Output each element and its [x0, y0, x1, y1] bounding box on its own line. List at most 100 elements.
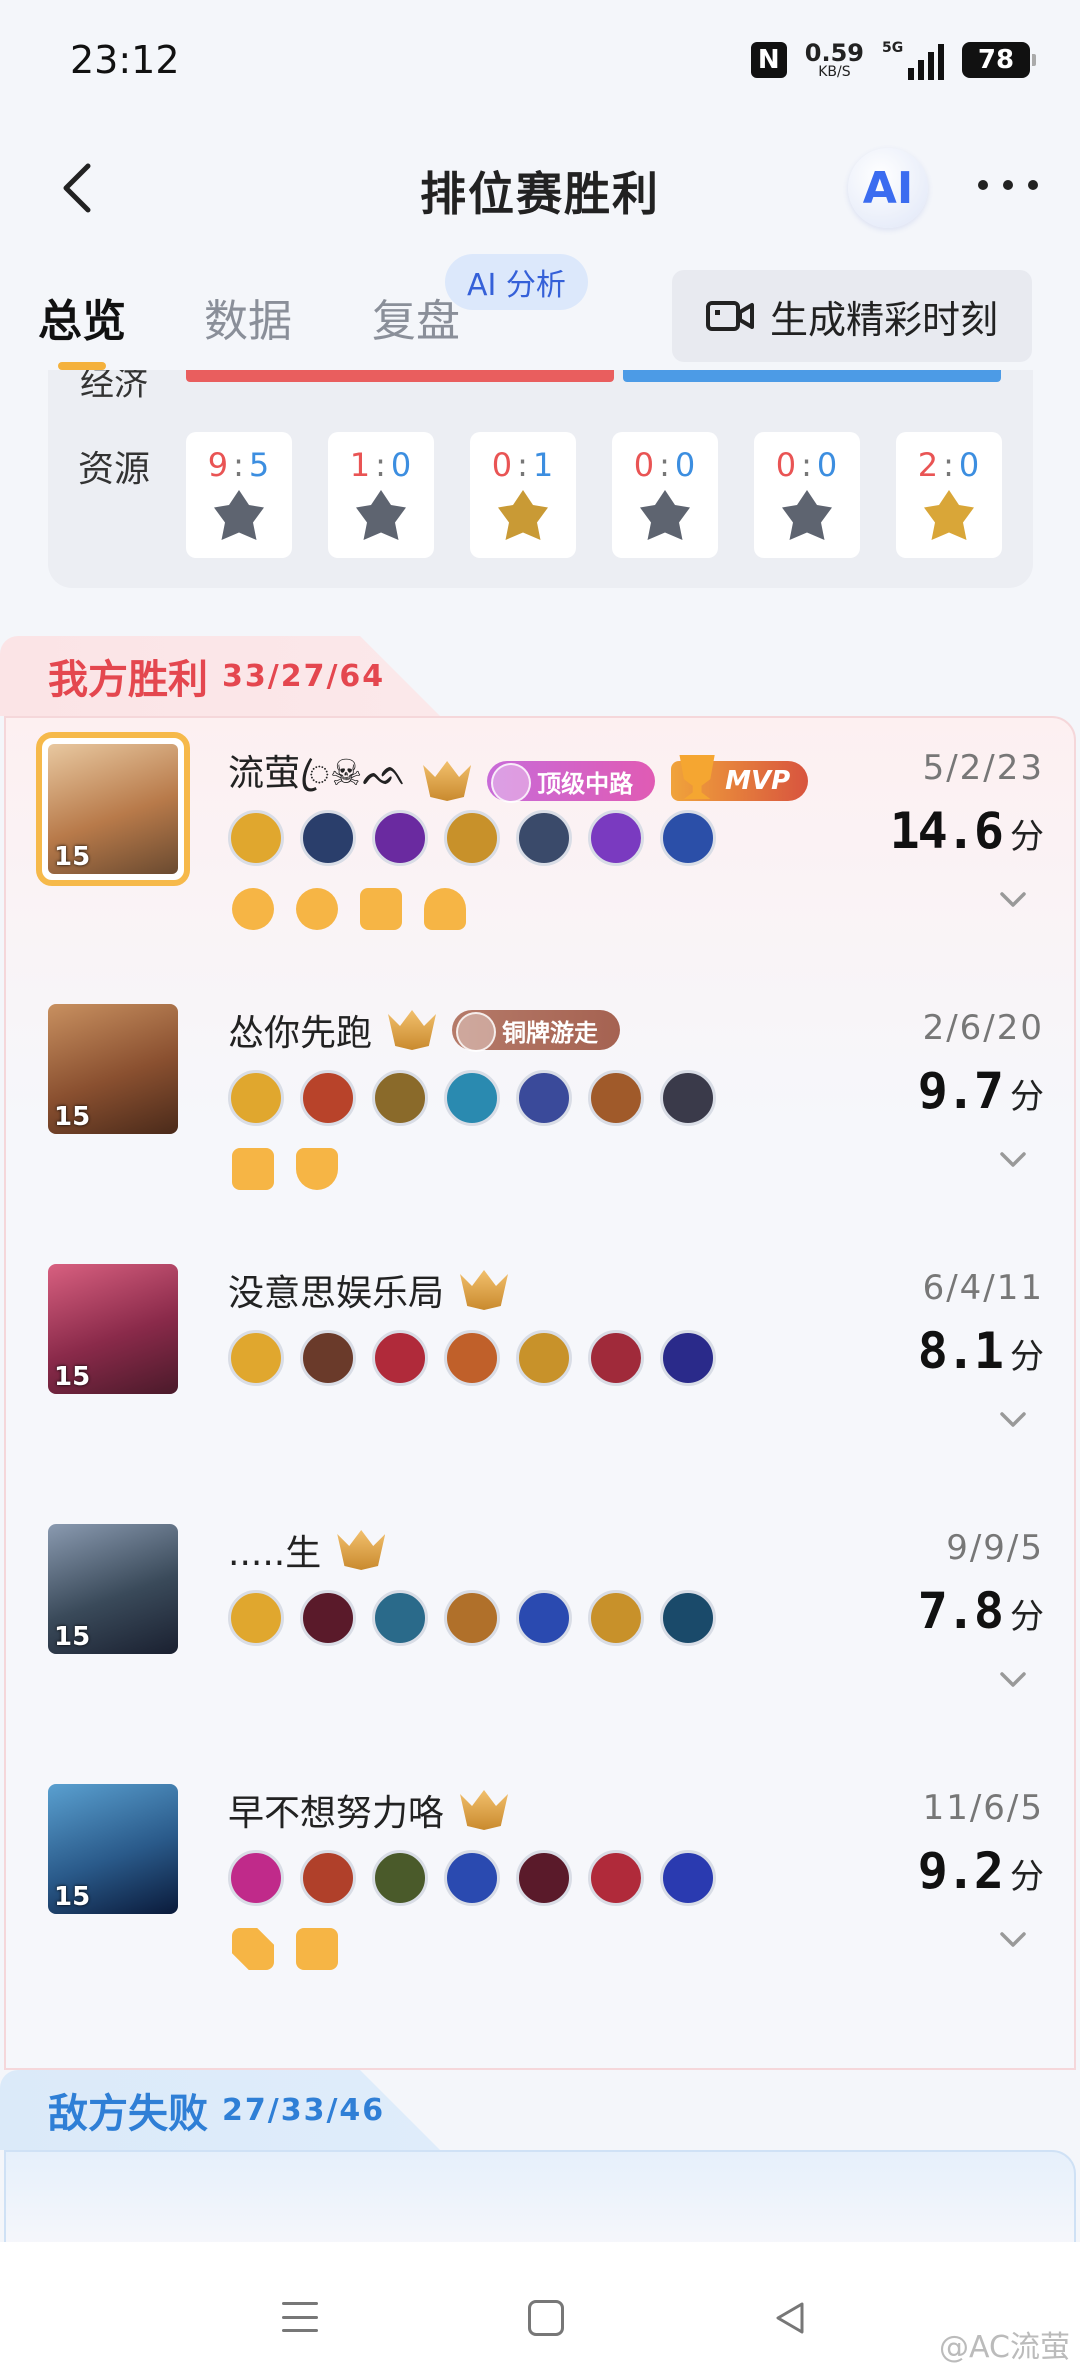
- position-badge: 顶级中路: [487, 761, 656, 803]
- player-score: 8.1 分: [918, 1322, 1044, 1380]
- generate-highlights-label: 生成精彩时刻: [769, 297, 998, 342]
- chevron-down-icon[interactable]: [998, 1664, 1028, 1694]
- achievement-icons: [232, 1148, 338, 1190]
- hero-level: 15: [54, 1882, 91, 1912]
- resource-card-shadow-lord: 1:0: [328, 432, 434, 558]
- item-icon: [300, 1590, 356, 1646]
- equipment-row: [228, 1070, 716, 1126]
- network-type: 5G: [882, 40, 904, 56]
- generate-highlights-button[interactable]: 生成精彩时刻: [672, 270, 1032, 362]
- player-name: 流萤ꦿ☠︎︎ᨒ: [228, 753, 408, 794]
- score-unit: 分: [1010, 817, 1044, 857]
- signal-icon: 5G: [882, 40, 944, 80]
- video-camera-icon: [705, 301, 754, 331]
- menu-icon[interactable]: [282, 2302, 318, 2332]
- player-name: .....生: [228, 1533, 322, 1574]
- item-icon: [228, 1850, 284, 1906]
- score-value: 7.8: [917, 1582, 1004, 1640]
- tab-review[interactable]: 复盘: [372, 285, 460, 349]
- ai-analysis-badge[interactable]: AI 分析: [445, 254, 588, 310]
- enemy-team-kda: 27/33/46: [222, 2092, 386, 2128]
- ally-team-title: 我方胜利: [48, 657, 208, 703]
- battery-icon: 78: [962, 42, 1036, 78]
- overlord-icon: [640, 490, 690, 540]
- chevron-down-icon[interactable]: [998, 884, 1028, 914]
- enemy-team-title: 敌方失败: [48, 2091, 208, 2137]
- player-kda: 5/2/23: [922, 748, 1044, 788]
- score-unit: 分: [1010, 1597, 1044, 1637]
- equipment-row: [228, 810, 716, 866]
- item-icon: [660, 1850, 716, 1906]
- item-icon: [372, 1590, 428, 1646]
- item-icon: [516, 1330, 572, 1386]
- hero-avatar[interactable]: 15: [48, 1264, 178, 1394]
- home-icon[interactable]: [528, 2300, 564, 2336]
- item-icon: [588, 810, 644, 866]
- helmet-icon: [424, 888, 466, 930]
- player-score: 14.6 分: [890, 802, 1044, 860]
- item-icon: [660, 1590, 716, 1646]
- player-score: 9.2 分: [918, 1842, 1044, 1900]
- item-icon: [588, 1590, 644, 1646]
- item-icon: [516, 1590, 572, 1646]
- enemy-economy-bar: [623, 370, 1001, 382]
- red-buff-icon: [782, 490, 832, 540]
- chevron-down-icon[interactable]: [998, 1144, 1028, 1174]
- player-kda: 9/9/5: [946, 1528, 1044, 1568]
- score-value: 9.2: [917, 1842, 1004, 1900]
- score-unit: 分: [1010, 1077, 1044, 1117]
- more-options-icon[interactable]: [978, 170, 1038, 200]
- sword-icon: [232, 1928, 274, 1970]
- resources-panel: 经济 资源 9:5 1:0 0:1 0:0 0:0 2:0: [48, 370, 1033, 588]
- hero-avatar[interactable]: 15: [36, 732, 190, 886]
- status-time: 23:12: [70, 38, 180, 82]
- player-name: 没意思娱乐局: [228, 1273, 445, 1314]
- resource-card-overlord: 0:0: [612, 432, 718, 558]
- hero-level: 15: [54, 1102, 91, 1132]
- item-icon: [444, 1070, 500, 1126]
- item-icon: [516, 1070, 572, 1126]
- hero-avatar[interactable]: 15: [48, 1004, 178, 1134]
- resource-card-blue-buff: 2:0: [896, 432, 1002, 558]
- player-score: 9.7 分: [918, 1062, 1044, 1120]
- ai-assistant-button[interactable]: AI: [848, 148, 928, 228]
- position-badge: 铜牌游走: [452, 1010, 621, 1052]
- hero-level: 15: [54, 1622, 91, 1652]
- hero-avatar[interactable]: 15: [48, 1524, 178, 1654]
- player-kda: 11/6/5: [922, 1788, 1044, 1828]
- item-icon: [444, 1590, 500, 1646]
- equipment-row: [228, 1590, 716, 1646]
- chevron-down-icon[interactable]: [998, 1404, 1028, 1434]
- top-nav: 排位赛胜利 AI: [0, 130, 1080, 240]
- item-icon: [588, 1070, 644, 1126]
- network-speed-unit: KB/S: [818, 64, 851, 80]
- rank-icon: [388, 1010, 437, 1050]
- item-icon: [516, 810, 572, 866]
- status-bar: 23:12 N 0.59 KB/S 5G 78: [0, 0, 1080, 130]
- chevron-down-icon[interactable]: [998, 1924, 1028, 1954]
- item-icon: [300, 1330, 356, 1386]
- tab-data[interactable]: 数据: [204, 285, 292, 349]
- score-unit: 分: [1010, 1337, 1044, 1377]
- economy-label: 经济: [80, 370, 148, 404]
- hero-avatar[interactable]: 15: [48, 1784, 178, 1914]
- player-score: 7.8 分: [918, 1582, 1044, 1640]
- player-name: 早不想努力咯: [228, 1793, 445, 1834]
- player-kda: 2/6/20: [922, 1008, 1044, 1048]
- item-icon: [516, 1850, 572, 1906]
- tab-overview[interactable]: 总览: [38, 285, 126, 349]
- network-speed: 0.59 KB/S: [805, 41, 864, 79]
- player-row[interactable]: 15 怂你先跑 铜牌游走 2/6/20 9.7 分: [6, 978, 1076, 1238]
- blue-buff-icon: [924, 490, 974, 540]
- player-row[interactable]: 15 流萤ꦿ☠︎︎ᨒ 顶级中路 MVP 5/2/23 14.6 分: [6, 718, 1076, 978]
- score-value: 14.6: [889, 802, 1004, 860]
- back-triangle-icon[interactable]: [770, 2298, 810, 2338]
- tyrant-icon: [214, 490, 264, 540]
- player-row[interactable]: 15 没意思娱乐局 6/4/11 8.1 分: [6, 1238, 1076, 1498]
- item-icon: [660, 810, 716, 866]
- shadow-lord-icon: [356, 490, 406, 540]
- player-row[interactable]: 15 早不想努力咯 11/6/5 9.2 分: [6, 1758, 1076, 2018]
- ally-team-kda: 33/27/64: [222, 658, 386, 694]
- tower-icon: [232, 1148, 274, 1190]
- player-row[interactable]: 15 .....生 9/9/5 7.8 分: [6, 1498, 1076, 1758]
